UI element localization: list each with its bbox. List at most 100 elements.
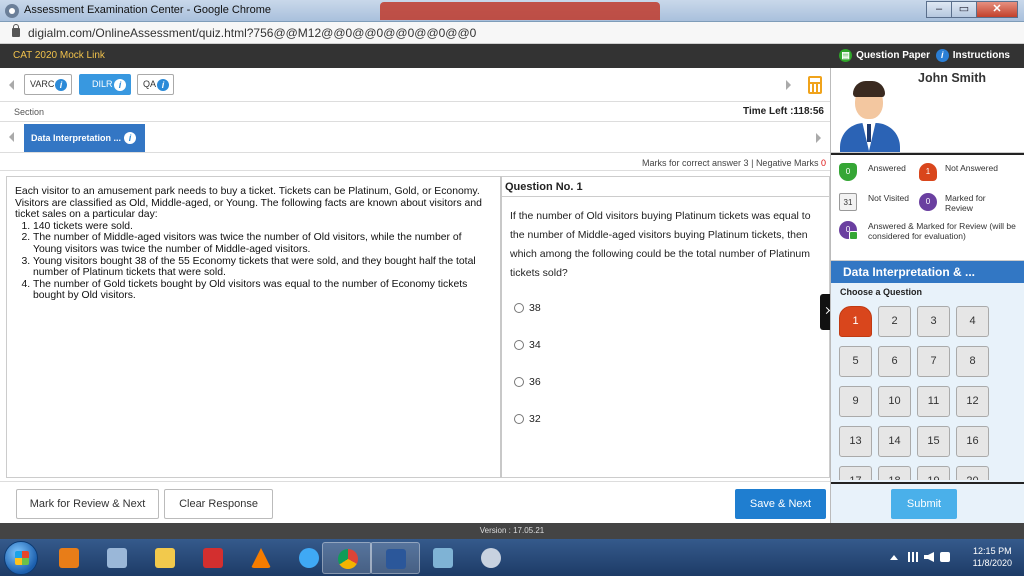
version-footer: Version : 17.05.21 (0, 523, 1024, 539)
answer-option[interactable]: 34 (514, 326, 829, 363)
marks-text: Marks for correct answer 3 | Negative Ma… (642, 158, 826, 168)
window-title-bar: Assessment Examination Center - Google C… (0, 0, 1024, 22)
question-button[interactable]: 9 (839, 386, 872, 417)
negative-marks-label: Negative Marks (755, 158, 819, 168)
negative-marks-value: 0 (820, 158, 826, 168)
tab-qa[interactable]: QA i (137, 74, 174, 95)
passage-fact: The number of Gold tickets bought by Old… (33, 279, 492, 302)
paint-taskbar-icon[interactable] (418, 542, 468, 574)
marks-info: Marks for correct answer 3 | Negative Ma… (0, 154, 830, 171)
close-window-button[interactable]: ✕ (976, 1, 1018, 18)
question-paper-link[interactable]: ▤ Question Paper (839, 49, 930, 62)
system-tray: 12:15 PM 11/8/2020 (874, 539, 1024, 576)
save-next-button[interactable]: Save & Next (735, 489, 826, 519)
question-button[interactable]: 12 (956, 386, 989, 417)
info-icon[interactable]: i (157, 79, 169, 91)
question-grid: 1234567891011121314151617181920 (839, 306, 1019, 480)
url-text[interactable]: digialm.com/OnlineAssessment/quiz.html?7… (28, 26, 476, 40)
submit-area: Submit (831, 482, 1024, 523)
volume-icon[interactable] (924, 552, 934, 562)
instructions-link[interactable]: i Instructions (935, 49, 1010, 62)
vlc-taskbar-icon[interactable] (236, 542, 286, 574)
question-button[interactable]: 10 (878, 386, 911, 417)
media-player-taskbar-icon[interactable] (44, 542, 94, 574)
question-paper-label: Question Paper (856, 50, 930, 61)
question-button[interactable]: 2 (878, 306, 911, 337)
section-scroll-right-icon[interactable] (786, 80, 791, 90)
radio-button[interactable] (514, 376, 524, 387)
action-bar: Mark for Review & Next Clear Response Sa… (0, 481, 830, 523)
not-visited-label: Not Visited (868, 193, 909, 203)
question-button[interactable]: 5 (839, 346, 872, 377)
passage-fact: 140 tickets were sold. (33, 221, 492, 233)
radio-button[interactable] (514, 302, 524, 313)
folder-taskbar-icon[interactable] (140, 542, 190, 574)
window-controls: – ▭ ✕ (926, 1, 1018, 18)
question-text: If the number of Old visitors buying Pla… (510, 210, 811, 279)
radio-button[interactable] (514, 339, 524, 350)
question-button[interactable]: 20 (956, 466, 989, 480)
correct-marks-value: 3 (743, 158, 749, 168)
exam-header: CAT 2020 Mock Link ▤ Question Paper i In… (0, 44, 1024, 68)
question-button[interactable]: 15 (917, 426, 950, 457)
question-panel: Question No. 1 If the number of Old visi… (502, 176, 830, 478)
question-button[interactable]: 14 (878, 426, 911, 457)
exam-title: CAT 2020 Mock Link (13, 50, 105, 61)
section-info-row: Section Time Left :118:56 (0, 102, 830, 122)
info-icon[interactable]: i (124, 132, 136, 144)
not-answered-label: Not Answered (945, 163, 998, 173)
chrome-taskbar-icon[interactable] (322, 542, 372, 574)
answer-options: 38 34 36 32 (502, 289, 829, 437)
radio-button[interactable] (514, 413, 524, 424)
clear-response-button[interactable]: Clear Response (164, 489, 273, 519)
question-button[interactable]: 7 (917, 346, 950, 377)
info-icon[interactable]: i (55, 79, 67, 91)
not-visited-badge: 31 (839, 193, 857, 211)
tab-varc[interactable]: VARC i (24, 74, 72, 95)
mark-review-next-button[interactable]: Mark for Review & Next (16, 489, 159, 519)
passage-panel: Each visitor to an amusement park needs … (6, 176, 500, 478)
snipping-tool-taskbar-icon[interactable] (466, 542, 516, 574)
signal-icon[interactable] (908, 552, 918, 562)
network-taskbar-icon[interactable] (92, 542, 142, 574)
question-button[interactable]: 18 (878, 466, 911, 480)
show-hidden-icons-icon[interactable] (890, 555, 898, 560)
answer-option[interactable]: 36 (514, 363, 829, 400)
answer-option[interactable]: 32 (514, 400, 829, 437)
candidate-profile: John Smith (831, 68, 1024, 153)
info-icon[interactable]: i (114, 79, 126, 91)
question-button[interactable]: 16 (956, 426, 989, 457)
subsection-scroll-left-icon[interactable] (9, 132, 14, 142)
maximize-button[interactable]: ▭ (951, 1, 977, 18)
subsection-scroll-right-icon[interactable] (816, 133, 821, 143)
minimize-button[interactable]: – (926, 1, 952, 18)
submit-button[interactable]: Submit (891, 489, 957, 519)
tab-dilr[interactable]: DILR i (79, 74, 131, 95)
question-button[interactable]: 19 (917, 466, 950, 480)
pdf-reader-taskbar-icon[interactable] (188, 542, 238, 574)
question-button[interactable]: 6 (878, 346, 911, 377)
background-window-tab[interactable] (380, 2, 660, 20)
question-button[interactable]: 13 (839, 426, 872, 457)
taskbar-clock[interactable]: 12:15 PM 11/8/2020 (973, 545, 1012, 569)
section-scroll-left-icon[interactable] (9, 80, 14, 90)
question-paper-icon: ▤ (839, 49, 853, 62)
question-button[interactable]: 11 (917, 386, 950, 417)
question-button[interactable]: 1 (839, 306, 872, 337)
question-button[interactable]: 4 (956, 306, 989, 337)
info-icon: i (935, 49, 949, 62)
question-button[interactable]: 3 (917, 306, 950, 337)
question-button[interactable]: 17 (839, 466, 872, 480)
passage-fact: The number of Middle-aged visitors was t… (33, 232, 492, 255)
word-taskbar-icon[interactable] (370, 542, 420, 574)
address-bar[interactable]: digialm.com/OnlineAssessment/quiz.html?7… (0, 22, 1024, 44)
tab-data-interpretation[interactable]: Data Interpretation ... i (24, 124, 145, 152)
correct-marks-label: Marks for correct answer (642, 158, 742, 168)
question-button[interactable]: 8 (956, 346, 989, 377)
instructions-label: Instructions (952, 50, 1010, 61)
window-title: Assessment Examination Center - Google C… (24, 4, 271, 16)
calculator-icon[interactable] (808, 76, 822, 94)
start-button[interactable] (4, 541, 38, 575)
answer-option[interactable]: 38 (514, 289, 829, 326)
action-center-icon[interactable] (940, 552, 950, 562)
